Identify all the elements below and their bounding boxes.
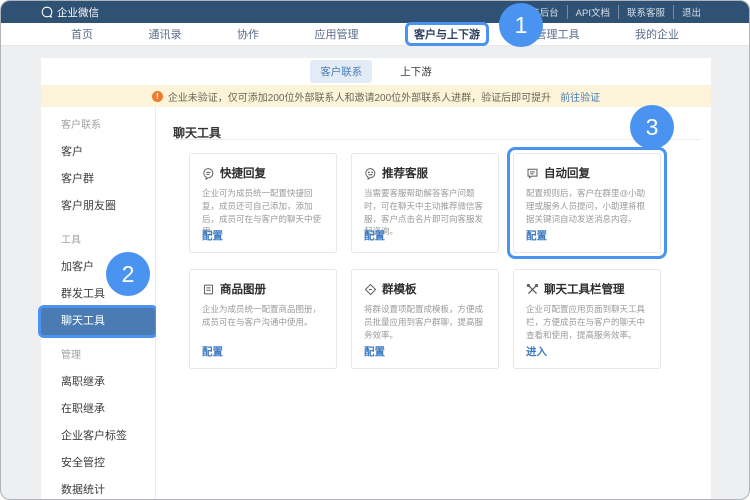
sidebar-item-customer-moments[interactable]: 客户朋友圈 — [41, 193, 155, 220]
annotation-badge-2: 2 — [106, 252, 150, 296]
card-title: 聊天工具栏管理 — [544, 281, 625, 297]
topbar: 企业微信 服务商后台 API文档 联系客服 退出 — [1, 1, 749, 23]
card-description: 企业为成员统一配置商品图册，成员可在与客户沟通中使用。 — [202, 303, 324, 329]
card-recommend-service[interactable]: 推荐客服 当需要客服帮助解答客户问题时，可在聊天中主动推荐微信客服，客户点击名片… — [351, 153, 499, 253]
sidebar-section-tools: 工具 — [41, 228, 155, 254]
notice-text: 企业未验证，仅可添加200位外部联系人和邀请200位外部联系人进群，验证后即可提… — [168, 89, 551, 104]
sidebar-item-resigned-inheritance[interactable]: 离职继承 — [41, 369, 155, 396]
verification-notice-bar: ! 企业未验证，仅可添加200位外部联系人和邀请200位外部联系人进群，验证后即… — [41, 85, 711, 107]
nav-item-app-management[interactable]: 应用管理 — [315, 26, 359, 42]
main-nav: 首页 通讯录 协作 应用管理 客户与上下游 管理工具 我的企业 — [1, 23, 749, 46]
group-template-icon — [364, 283, 377, 296]
tab-customer-contact[interactable]: 客户联系 — [310, 60, 372, 83]
chat-toolbar-icon — [526, 283, 539, 296]
sidebar-section-management: 管理 — [41, 343, 155, 369]
card-title: 自动回复 — [544, 165, 590, 181]
logo[interactable]: 企业微信 — [41, 5, 99, 20]
annotation-badge-3: 3 — [630, 105, 674, 149]
sidebar-item-data-statistics[interactable]: 数据统计 — [41, 477, 155, 500]
app-window: 企业微信 服务商后台 API文档 联系客服 退出 首页 通讯录 协作 应用管理 … — [0, 0, 750, 500]
card-description: 配置规则后，客户在群里@小助理或服务人员提问，小助理将根据关键词自动发送消息内容… — [526, 187, 648, 225]
main-content: 聊天工具 快捷回复 企业可为成员统一配置快捷回复，成员还可自己添加，添加后，成员… — [156, 107, 711, 499]
auto-reply-icon — [526, 167, 539, 180]
nav-item-home[interactable]: 首页 — [71, 26, 93, 42]
card-title: 推荐客服 — [382, 165, 428, 181]
sidebar-item-customers[interactable]: 客户 — [41, 139, 155, 166]
configure-link[interactable]: 配置 — [364, 344, 385, 359]
card-title: 快捷回复 — [220, 165, 266, 181]
top-link-api-docs[interactable]: API文档 — [567, 5, 618, 19]
card-header: 快捷回复 — [202, 165, 324, 181]
card-title: 群模板 — [382, 281, 417, 297]
card-description: 将群设置项配置成模板，方便成员批量应用到客户群聊，提高服务效率。 — [364, 303, 486, 341]
card-header: 自动回复 — [526, 165, 648, 181]
configure-link[interactable]: 配置 — [202, 228, 223, 243]
nav-item-contacts[interactable]: 通讯录 — [149, 26, 182, 42]
product-album-icon — [202, 283, 215, 296]
sidebar-section-customer-contact: 客户联系 — [41, 113, 155, 139]
nav-item-customers-upstream-downstream[interactable]: 客户与上下游 — [414, 26, 480, 42]
sidebar-item-active-inheritance[interactable]: 在职继承 — [41, 396, 155, 423]
top-link-logout[interactable]: 退出 — [673, 5, 709, 19]
tab-strip: 客户联系 上下游 — [41, 58, 711, 85]
card-chat-toolbar-management[interactable]: 聊天工具栏管理 企业可配置应用页面到聊天工具栏，方便成员在与客户的聊天中查看和使… — [513, 269, 661, 369]
enter-link[interactable]: 进入 — [526, 344, 547, 359]
sidebar-item-customer-tags[interactable]: 企业客户标签 — [41, 423, 155, 450]
warning-icon: ! — [152, 91, 163, 102]
chat-bubble-logo-icon — [41, 6, 53, 18]
top-link-contact-support[interactable]: 联系客服 — [618, 5, 673, 19]
nav-item-my-company[interactable]: 我的企业 — [635, 26, 679, 42]
card-product-album[interactable]: 商品图册 企业为成员统一配置商品图册，成员可在与客户沟通中使用。 配置 — [189, 269, 337, 369]
go-verify-link[interactable]: 前往验证 — [560, 89, 600, 104]
configure-link[interactable]: 配置 — [364, 228, 385, 243]
nav-item-collaboration[interactable]: 协作 — [237, 26, 259, 42]
card-header: 群模板 — [364, 281, 486, 297]
sidebar-item-chat-tools[interactable]: 聊天工具 — [41, 308, 155, 335]
tab-upstream-downstream[interactable]: 上下游 — [390, 60, 442, 83]
card-description: 企业可配置应用页面到聊天工具栏，方便成员在与客户的聊天中查看和使用，提高服务效率… — [526, 303, 648, 341]
sidebar-item-customer-groups[interactable]: 客户群 — [41, 166, 155, 193]
sidebar: 客户联系 客户 客户群 客户朋友圈 工具 加客户 群发工具 聊天工具 管理 离职… — [41, 107, 156, 499]
card-auto-reply[interactable]: 自动回复 配置规则后，客户在群里@小助理或服务人员提问，小助理将根据关键词自动发… — [513, 153, 661, 253]
recommend-service-icon — [364, 167, 377, 180]
card-title: 商品图册 — [220, 281, 266, 297]
card-header: 聊天工具栏管理 — [526, 281, 648, 297]
quick-reply-icon — [202, 167, 215, 180]
title-divider — [173, 139, 701, 140]
configure-link[interactable]: 配置 — [526, 228, 547, 243]
tool-card-grid: 快捷回复 企业可为成员统一配置快捷回复，成员还可自己添加，添加后，成员可在与客户… — [189, 153, 675, 385]
sidebar-item-security-control[interactable]: 安全管控 — [41, 450, 155, 477]
card-header: 商品图册 — [202, 281, 324, 297]
annotation-badge-1: 1 — [499, 3, 543, 47]
card-group-template[interactable]: 群模板 将群设置项配置成模板，方便成员批量应用到客户群聊，提高服务效率。 配置 — [351, 269, 499, 369]
logo-text: 企业微信 — [57, 5, 99, 20]
card-header: 推荐客服 — [364, 165, 486, 181]
card-quick-reply[interactable]: 快捷回复 企业可为成员统一配置快捷回复，成员还可自己添加，添加后，成员可在与客户… — [189, 153, 337, 253]
configure-link[interactable]: 配置 — [202, 344, 223, 359]
